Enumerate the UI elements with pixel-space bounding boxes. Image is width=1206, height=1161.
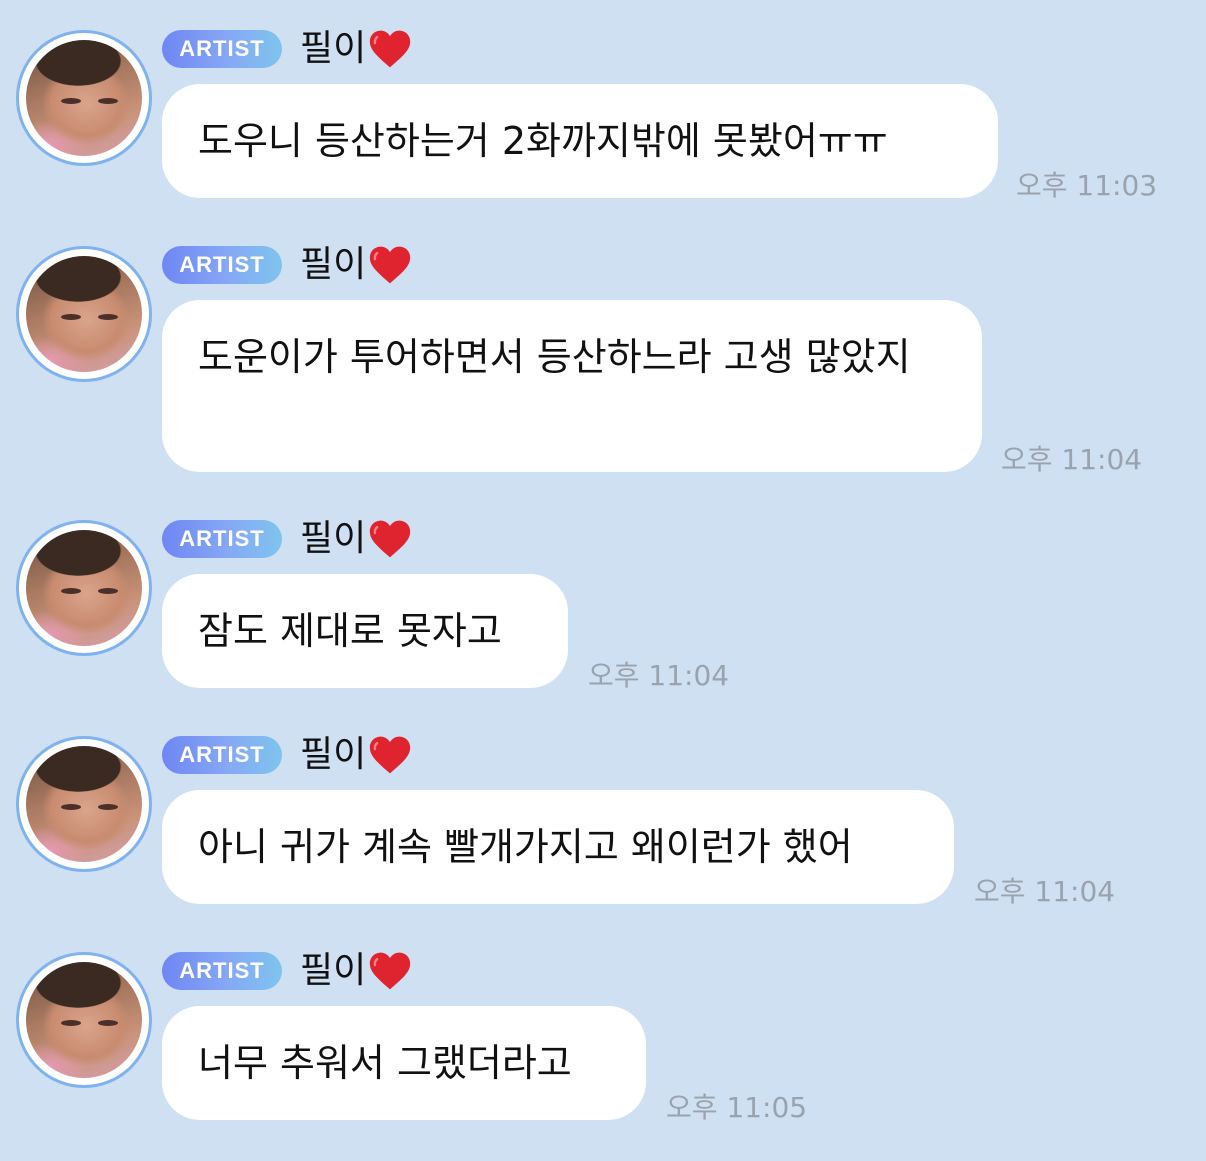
- sender-name-row: 필이: [300, 518, 412, 560]
- message-item: ARTIST 필이 잠도 제대로 못자고 오후 11:04: [0, 520, 1206, 692]
- avatar[interactable]: [16, 952, 152, 1088]
- sender-name-row: 필이: [300, 244, 412, 286]
- sender-name-row: 필이: [300, 950, 412, 992]
- sender-name: 필이: [300, 244, 367, 285]
- message-time: 오후 11:03: [1016, 169, 1158, 202]
- heart-icon: [370, 952, 411, 990]
- heart-icon: [370, 246, 411, 284]
- artist-badge: ARTIST: [162, 246, 282, 284]
- artist-badge: ARTIST: [162, 520, 282, 558]
- message-item: ARTIST 필이 도운이가 투어하면서 등산하느라 고생 많았지 오후 11:…: [0, 246, 1206, 476]
- avatar-photo: [26, 256, 142, 372]
- avatar-photo: [26, 746, 142, 862]
- message-header: ARTIST 필이: [162, 520, 412, 558]
- heart-icon: [370, 520, 411, 558]
- message-bubble[interactable]: 잠도 제대로 못자고: [162, 574, 568, 688]
- message-header: ARTIST 필이: [162, 952, 412, 990]
- heart-icon: [370, 736, 411, 774]
- avatar-photo: [26, 962, 142, 1078]
- message-item: ARTIST 필이 아니 귀가 계속 빨개가지고 왜이런가 했어 오후 11:0…: [0, 736, 1206, 908]
- chat-thread: ARTIST 필이 도우니 등산하는거 2화까지밖에 못봤어ㅠㅠ 오후 11:0…: [0, 0, 1206, 1161]
- avatar[interactable]: [16, 246, 152, 382]
- avatar[interactable]: [16, 30, 152, 166]
- heart-icon: [370, 30, 411, 68]
- avatar-photo: [26, 530, 142, 646]
- avatar-photo: [26, 40, 142, 156]
- artist-badge: ARTIST: [162, 736, 282, 774]
- message-item: ARTIST 필이 너무 추워서 그랬더라고 오후 11:05: [0, 952, 1206, 1124]
- message-time: 오후 11:04: [1001, 443, 1143, 476]
- sender-name: 필이: [300, 950, 367, 991]
- artist-badge: ARTIST: [162, 952, 282, 990]
- message-time: 오후 11:04: [588, 659, 730, 692]
- avatar[interactable]: [16, 520, 152, 656]
- avatar[interactable]: [16, 736, 152, 872]
- message-bubble[interactable]: 너무 추워서 그랬더라고: [162, 1006, 646, 1120]
- sender-name: 필이: [300, 734, 367, 775]
- sender-name-row: 필이: [300, 734, 412, 776]
- artist-badge: ARTIST: [162, 30, 282, 68]
- message-time: 오후 11:05: [666, 1091, 808, 1124]
- message-item: ARTIST 필이 도우니 등산하는거 2화까지밖에 못봤어ㅠㅠ 오후 11:0…: [0, 30, 1206, 202]
- message-time: 오후 11:04: [974, 875, 1116, 908]
- message-bubble[interactable]: 아니 귀가 계속 빨개가지고 왜이런가 했어: [162, 790, 954, 904]
- message-header: ARTIST 필이: [162, 246, 412, 284]
- sender-name-row: 필이: [300, 28, 412, 70]
- message-bubble[interactable]: 도운이가 투어하면서 등산하느라 고생 많았지: [162, 300, 982, 472]
- message-bubble[interactable]: 도우니 등산하는거 2화까지밖에 못봤어ㅠㅠ: [162, 84, 998, 198]
- message-header: ARTIST 필이: [162, 736, 412, 774]
- sender-name: 필이: [300, 28, 367, 69]
- sender-name: 필이: [300, 518, 367, 559]
- message-header: ARTIST 필이: [162, 30, 412, 68]
